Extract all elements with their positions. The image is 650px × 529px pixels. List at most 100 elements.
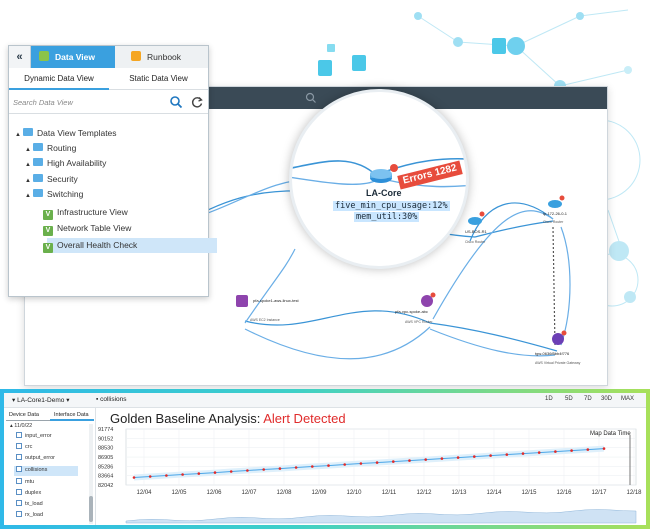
folder-icon bbox=[33, 189, 43, 197]
data-point bbox=[327, 464, 330, 467]
range-7d-button[interactable]: 7D bbox=[584, 396, 592, 402]
search-input[interactable] bbox=[13, 94, 163, 110]
data-point bbox=[473, 455, 476, 458]
x-tick-label: 12/11 bbox=[382, 490, 397, 496]
map-label-ec2: pfa-spoke1-aws-linux-test bbox=[253, 298, 299, 303]
data-point bbox=[505, 453, 509, 456]
tree-item-network-table-view[interactable]: V Network Table View bbox=[43, 221, 131, 236]
tab-runbook-label: Runbook bbox=[147, 52, 182, 62]
checkbox-icon[interactable] bbox=[16, 454, 22, 460]
tab-device-data[interactable]: Device Data bbox=[6, 410, 50, 421]
data-point bbox=[440, 457, 444, 460]
x-tick-label: 12/16 bbox=[556, 490, 572, 496]
data-point bbox=[521, 452, 525, 455]
checkbox-icon[interactable] bbox=[16, 511, 22, 517]
data-point bbox=[148, 475, 152, 478]
cpu-usage-label: five_min_cpu_usage:12% bbox=[333, 201, 450, 211]
subtab-dynamic-data-view[interactable]: Dynamic Data View bbox=[9, 68, 109, 90]
refresh-icon[interactable] bbox=[190, 95, 204, 109]
metric-label: rx_load bbox=[25, 512, 44, 518]
checkbox-icon[interactable] bbox=[16, 466, 22, 472]
checkbox-icon[interactable] bbox=[16, 478, 22, 484]
metric-label: duplex bbox=[25, 490, 42, 496]
map-data-time-label: Map Data Time bbox=[590, 431, 631, 437]
metric-sidebar: Device Data Interface Data ▴ 11/0/22 inp… bbox=[4, 408, 96, 525]
tree-item-high-availability[interactable]: ▲ High Availability bbox=[25, 156, 106, 170]
map-label-tgw-sub: AWS Virtual Private Gateway bbox=[535, 361, 581, 365]
y-tick-label: 91774 bbox=[98, 427, 113, 433]
core-router-icon[interactable] bbox=[370, 169, 392, 183]
caret-down-icon[interactable]: ▲ bbox=[15, 128, 23, 142]
metric-item[interactable]: input_error bbox=[16, 432, 52, 441]
x-tick-label: 12/04 bbox=[136, 490, 152, 496]
data-point bbox=[456, 456, 460, 459]
checkbox-icon[interactable] bbox=[16, 489, 22, 495]
map-label-usbos-sub: Cisco Router bbox=[465, 240, 486, 244]
router-node-us-bos[interactable] bbox=[468, 211, 485, 226]
range-1d-button[interactable]: 1D bbox=[545, 396, 553, 402]
collisions-tab[interactable]: ▪ collisions bbox=[96, 396, 127, 403]
vpc-router-node[interactable] bbox=[421, 292, 436, 308]
data-point bbox=[602, 447, 606, 450]
metric-item[interactable]: crc bbox=[16, 443, 32, 452]
range-30d-button[interactable]: 30D bbox=[601, 396, 612, 402]
baseline-line-chart[interactable]: 82042 83664 85286 86905 88530 90152 91774 12/0… bbox=[96, 425, 646, 525]
metric-item[interactable]: ▴ 11/0/22 bbox=[10, 422, 32, 431]
tab-runbook[interactable]: Runbook bbox=[115, 46, 208, 68]
baseline-analysis-panel: ▾ LA-Core1-Demo ▾ ▪ collisions 1D 5D 7D … bbox=[4, 393, 646, 525]
tree-item-switching[interactable]: ▲ Switching bbox=[25, 187, 83, 201]
tree-item-infrastructure-view[interactable]: V Infrastructure View bbox=[43, 205, 128, 220]
overview-strip[interactable] bbox=[125, 509, 637, 524]
data-point bbox=[246, 469, 249, 472]
tree-item-label: Switching bbox=[47, 189, 84, 199]
tree-item-security[interactable]: ▲ Security bbox=[25, 172, 78, 186]
x-tick-label: 12/05 bbox=[171, 490, 187, 496]
device-selector[interactable]: ▾ LA-Core1-Demo ▾ bbox=[12, 396, 69, 404]
caret-right-icon[interactable]: ▲ bbox=[25, 143, 33, 157]
x-tick-label: 12/13 bbox=[451, 490, 467, 496]
tree-item-overall-health-check[interactable]: V Overall Health Check bbox=[43, 238, 137, 253]
range-5d-button[interactable]: 5D bbox=[565, 396, 573, 402]
data-point bbox=[554, 450, 557, 453]
tree-item-data-view-templates[interactable]: ▲ Data View Templates bbox=[15, 126, 117, 140]
checkbox-icon[interactable] bbox=[16, 500, 22, 506]
view-template-icon: V bbox=[43, 226, 53, 236]
data-point bbox=[294, 466, 298, 469]
metric-item[interactable]: mtu bbox=[16, 478, 34, 487]
series-line bbox=[133, 448, 605, 478]
ec2-node[interactable] bbox=[236, 295, 248, 307]
data-point bbox=[537, 451, 541, 454]
x-tick-label: 12/10 bbox=[346, 490, 362, 496]
data-point bbox=[570, 449, 573, 452]
caret-right-icon[interactable]: ▲ bbox=[25, 158, 33, 172]
subtab-static-data-view[interactable]: Static Data View bbox=[109, 68, 208, 90]
checkbox-icon[interactable] bbox=[16, 443, 22, 449]
caret-right-icon[interactable]: ▲ bbox=[25, 174, 33, 188]
metric-item[interactable]: tx_load bbox=[16, 500, 43, 509]
map-label-vpc: pfa-vpc-spoke-abc bbox=[395, 309, 428, 314]
caret-down-icon[interactable]: ▲ bbox=[25, 189, 33, 203]
range-max-button[interactable]: MAX bbox=[621, 396, 634, 402]
data-view-icon bbox=[39, 51, 49, 61]
tab-data-view[interactable]: Data View bbox=[31, 46, 115, 68]
x-tick-label: 12/17 bbox=[591, 490, 607, 496]
tree-item-label: Data View Templates bbox=[37, 128, 117, 138]
sidebar-scrollbar-thumb[interactable] bbox=[89, 496, 93, 522]
chart-title-alert: Alert Detected bbox=[263, 411, 346, 426]
router-node-lp[interactable] bbox=[548, 195, 565, 209]
metric-item[interactable]: output_error bbox=[16, 454, 55, 463]
data-point bbox=[343, 463, 346, 466]
checkbox-icon[interactable] bbox=[16, 432, 22, 438]
metric-item-selected[interactable]: collisions bbox=[16, 466, 47, 475]
metric-item[interactable]: duplex bbox=[16, 489, 41, 498]
tab-interface-data[interactable]: Interface Data bbox=[50, 410, 94, 421]
runbook-icon bbox=[131, 51, 141, 61]
map-label-ec2-sub: AWS EC2 Instance bbox=[250, 318, 280, 322]
mem-util-label: mem_util:30% bbox=[354, 212, 420, 222]
link-vpc-tgw bbox=[429, 322, 558, 352]
search-icon[interactable] bbox=[169, 95, 183, 109]
collapse-panel-button[interactable]: « bbox=[9, 46, 31, 68]
data-point bbox=[197, 472, 201, 475]
metric-item[interactable]: rx_load bbox=[16, 511, 43, 520]
tree-item-routing[interactable]: ▲ Routing bbox=[25, 141, 76, 155]
